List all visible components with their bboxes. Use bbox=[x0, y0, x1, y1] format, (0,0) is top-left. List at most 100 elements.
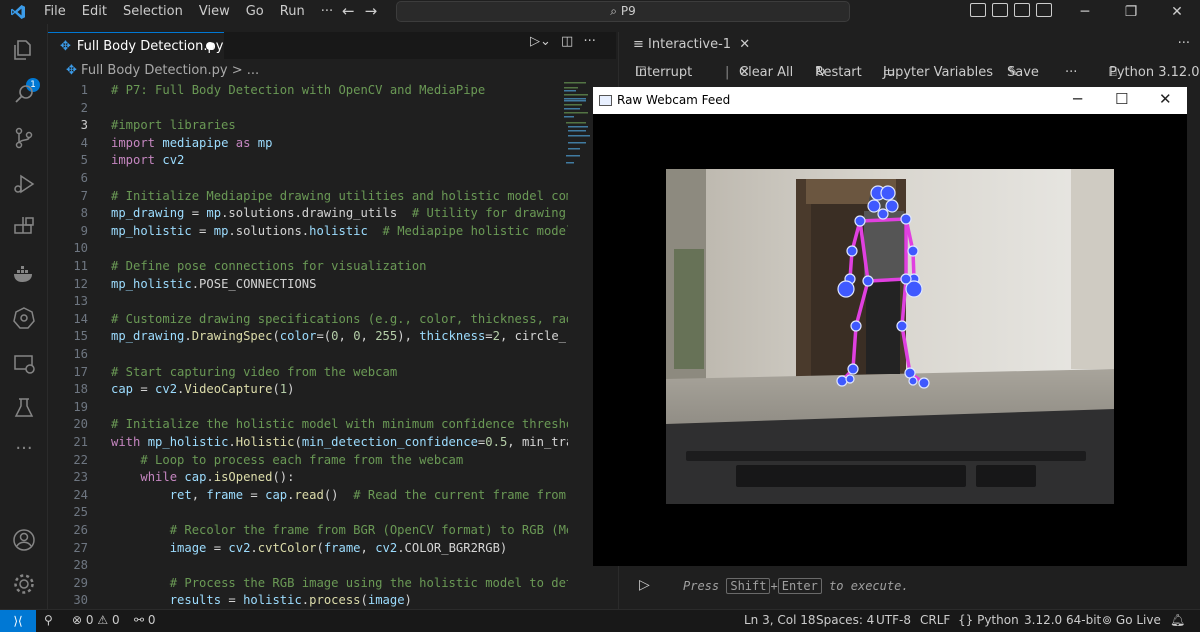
code-line[interactable]: 21 with mp_holistic.Holistic(min_detectio… bbox=[48, 433, 568, 451]
minimize-icon[interactable]: ─ bbox=[1062, 0, 1108, 24]
live-share-icon[interactable]: ⚲ bbox=[44, 613, 53, 627]
accounts-icon[interactable] bbox=[12, 528, 36, 552]
minimize-icon[interactable]: ─ bbox=[1073, 90, 1082, 108]
gear-icon[interactable] bbox=[12, 572, 36, 596]
run-python-icon[interactable]: ▷⌄ bbox=[530, 34, 551, 49]
more-actions-icon[interactable]: ··· bbox=[583, 34, 595, 49]
execute-icon[interactable]: ▷ bbox=[639, 577, 650, 593]
maximize-icon[interactable]: ☐ bbox=[1115, 90, 1128, 108]
code-line[interactable]: 6 bbox=[48, 169, 568, 187]
source-control-icon[interactable] bbox=[12, 126, 36, 150]
editor-actions: ▷⌄ ◫ ··· bbox=[530, 34, 596, 49]
code-line[interactable]: 3 #import libraries bbox=[48, 116, 568, 134]
go-live-button[interactable]: ⊚ Go Live bbox=[1102, 613, 1161, 627]
webcam-title: Raw Webcam Feed bbox=[617, 93, 731, 107]
code-line[interactable]: 30 results = holistic.process(image) bbox=[48, 591, 568, 609]
code-line[interactable]: 4 import mediapipe as mp bbox=[48, 134, 568, 152]
menu-item[interactable]: Run bbox=[272, 0, 313, 24]
code-line[interactable]: 27 image = cv2.cvtColor(frame, cv2.COLOR… bbox=[48, 539, 568, 557]
run-debug-icon[interactable] bbox=[12, 172, 36, 196]
search-icon: ⌕ bbox=[610, 4, 618, 18]
explorer-icon[interactable] bbox=[12, 38, 36, 62]
kubernetes-icon[interactable] bbox=[12, 306, 36, 330]
code-line[interactable]: 11 # Define pose connections for visualiz… bbox=[48, 257, 568, 275]
breadcrumb[interactable]: ✥ Full Body Detection.py > ... bbox=[66, 63, 259, 78]
toggle-sidebar-icon[interactable] bbox=[992, 3, 1008, 17]
prompt-suffix: to execute. bbox=[829, 579, 909, 593]
customize-layout-icon[interactable] bbox=[970, 3, 986, 17]
line-number: 25 bbox=[73, 505, 88, 520]
code-line[interactable]: 16 bbox=[48, 345, 568, 363]
toggle-secondary-sidebar-icon[interactable] bbox=[1036, 3, 1052, 17]
code-line[interactable]: 17 # Start capturing video from the webca… bbox=[48, 363, 568, 381]
indentation[interactable]: Spaces: 4 bbox=[816, 613, 874, 627]
menu-item[interactable]: Go bbox=[238, 0, 272, 24]
menu-item[interactable]: Selection bbox=[115, 0, 191, 24]
line-ending[interactable]: CRLF bbox=[920, 613, 950, 627]
code-line[interactable]: 13 bbox=[48, 292, 568, 310]
menu-item[interactable]: ··· bbox=[313, 0, 341, 24]
ports-indicator[interactable]: ⚯ 0 bbox=[134, 613, 156, 627]
restart-label: Restart bbox=[815, 65, 862, 80]
code-line[interactable]: 1 # P7: Full Body Detection with OpenCV a… bbox=[48, 81, 568, 99]
code-line[interactable]: 20 # Initialize the holistic model with m… bbox=[48, 415, 568, 433]
code-line[interactable]: 14 # Customize drawing specifications (e.… bbox=[48, 310, 568, 328]
remote-indicator-icon[interactable]: ⟩⟨ bbox=[0, 610, 36, 632]
close-icon[interactable]: ✕ bbox=[1159, 90, 1172, 108]
line-number: 17 bbox=[73, 364, 88, 379]
toolbar-more-icon[interactable]: ··· bbox=[1065, 65, 1077, 80]
tab-full-body-detection[interactable]: ✥ Full Body Detection.py bbox=[48, 32, 224, 59]
webcam-window[interactable]: Raw Webcam Feed ─ ☐ ✕ bbox=[593, 87, 1187, 566]
close-icon[interactable]: ✕ bbox=[1154, 0, 1200, 24]
code-line[interactable]: 28 bbox=[48, 556, 568, 574]
panel-more-icon[interactable]: ··· bbox=[1178, 36, 1190, 51]
search-icon[interactable] bbox=[12, 82, 36, 106]
nav-arrows[interactable]: ←→ bbox=[342, 2, 387, 20]
code-line[interactable]: 18 cap = cv2.VideoCapture(1) bbox=[48, 380, 568, 398]
testing-icon[interactable] bbox=[12, 396, 36, 420]
code-line[interactable]: 22 # Loop to process each frame from the… bbox=[48, 451, 568, 469]
warning-icon: ⚠ bbox=[97, 613, 109, 627]
extensions-icon[interactable] bbox=[12, 216, 36, 240]
code-line[interactable]: 24 ret, frame = cap.read() # Read the cu… bbox=[48, 486, 568, 504]
code-line[interactable]: 19 bbox=[48, 398, 568, 416]
code-line[interactable]: 26 # Recolor the frame from BGR (OpenCV … bbox=[48, 521, 568, 539]
webcam-titlebar[interactable]: Raw Webcam Feed ─ ☐ ✕ bbox=[593, 87, 1187, 114]
python-file-icon: ✥ bbox=[66, 63, 77, 78]
python-interpreter[interactable]: 3.12.0 64-bit bbox=[1024, 613, 1101, 627]
language-mode[interactable]: {} Python bbox=[958, 613, 1019, 627]
remote-explorer-icon[interactable] bbox=[12, 352, 36, 376]
code-editor[interactable]: 1 # P7: Full Body Detection with OpenCV a… bbox=[48, 81, 568, 609]
interactive-input[interactable]: ▷ Press Shift + Enter to execute. bbox=[619, 572, 1200, 602]
toggle-panel-icon[interactable] bbox=[1014, 3, 1030, 17]
code-line[interactable]: 2 bbox=[48, 99, 568, 117]
code-line[interactable]: 29 # Process the RGB image using the hol… bbox=[48, 574, 568, 592]
code-line[interactable]: 9 mp_holistic = mp.solutions.holistic # M… bbox=[48, 222, 568, 240]
encoding[interactable]: UTF-8 bbox=[876, 613, 911, 627]
more-views-icon[interactable]: ··· bbox=[12, 438, 36, 462]
docker-icon[interactable] bbox=[12, 262, 36, 286]
close-icon[interactable]: ✕ bbox=[739, 37, 750, 52]
menu-item[interactable]: File bbox=[36, 0, 74, 24]
notifications-bell-icon[interactable]: 🔔︎ bbox=[1170, 613, 1185, 627]
code-line[interactable]: 15 mp_drawing.DrawingSpec(color=(0, 0, 25… bbox=[48, 327, 568, 345]
problems-indicator[interactable]: ⊗ 0 ⚠ 0 bbox=[72, 613, 120, 627]
prompt-hint: Press Shift + Enter to execute. bbox=[683, 578, 909, 594]
menu-item[interactable]: View bbox=[191, 0, 238, 24]
code-line[interactable]: 12 mp_holistic.POSE_CONNECTIONS bbox=[48, 275, 568, 293]
tab-interactive-1[interactable]: ≡ Interactive-1 ✕ bbox=[633, 37, 750, 52]
command-center-search[interactable]: ⌕ P9 bbox=[396, 1, 850, 22]
minimap[interactable] bbox=[562, 80, 592, 180]
split-editor-icon[interactable]: ◫ bbox=[561, 34, 573, 49]
code-line[interactable]: 23 while cap.isOpened(): bbox=[48, 468, 568, 486]
cursor-position[interactable]: Ln 3, Col 18 bbox=[744, 613, 816, 627]
code-line[interactable]: 10 bbox=[48, 239, 568, 257]
code-line[interactable]: 5 import cv2 bbox=[48, 151, 568, 169]
code-line[interactable]: 8 mp_drawing = mp.solutions.drawing_utils… bbox=[48, 204, 568, 222]
menu-item[interactable]: Edit bbox=[74, 0, 115, 24]
restore-icon[interactable]: ❐ bbox=[1108, 0, 1154, 24]
line-number: 15 bbox=[73, 329, 88, 344]
unsaved-dot-icon[interactable] bbox=[206, 42, 214, 50]
code-line[interactable]: 25 bbox=[48, 503, 568, 521]
code-line[interactable]: 7 # Initialize Mediapipe drawing utilitie… bbox=[48, 187, 568, 205]
